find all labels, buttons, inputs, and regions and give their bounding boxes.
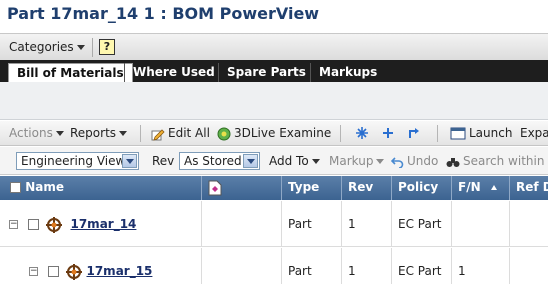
launch-label: Launch <box>469 126 513 140</box>
collapse-button[interactable] <box>407 126 421 143</box>
action-toolbar: Actions Reports Edit All 3DLive Examine <box>0 121 548 146</box>
tab-spare-parts[interactable]: Spare Parts <box>218 63 314 82</box>
column-name[interactable]: Name <box>0 176 202 200</box>
policy-cell: EC Part <box>392 201 452 247</box>
document-icon <box>208 180 222 195</box>
reports-menu[interactable]: Reports <box>70 126 128 140</box>
view-select[interactable]: Engineering View <box>16 152 139 170</box>
dropdown-arrow-icon <box>243 154 258 168</box>
column-fn-label: F/N <box>458 180 481 194</box>
chevron-down-icon <box>311 159 320 164</box>
table-row: − 17mar_15 Part 1 EC Part 1 <box>0 248 548 284</box>
part-icon <box>45 216 62 233</box>
categories-label: Categories <box>9 40 74 54</box>
dropdown-arrow-icon <box>122 154 137 168</box>
chevron-down-icon <box>376 159 385 164</box>
rev-select-value: As Stored <box>184 154 242 168</box>
tab-where-used[interactable]: Where Used <box>124 63 223 82</box>
binoculars-icon <box>446 157 460 167</box>
expand-one-level-button[interactable] <box>381 126 395 143</box>
categories-toolbar: Categories ? <box>0 33 548 60</box>
tab-bill-of-materials[interactable]: Bill of Materials <box>8 63 133 82</box>
edit-all-button[interactable]: Edit All <box>151 126 210 141</box>
arrow-up-right-icon <box>409 128 419 138</box>
markup-menu[interactable]: Markup <box>329 154 385 168</box>
window-icon <box>450 127 466 140</box>
page-title: Part 17mar_14 1 : BOM PowerView <box>7 4 320 23</box>
type-cell: Part <box>282 248 342 284</box>
chevron-down-icon <box>76 45 85 50</box>
chevron-down-icon <box>55 131 64 136</box>
expand-all-button[interactable] <box>355 126 369 143</box>
name-cell: − 17mar_14 <box>0 201 202 247</box>
column-type[interactable]: Type <box>282 176 342 200</box>
column-rev[interactable]: Rev <box>342 176 392 200</box>
add-to-menu[interactable]: Add To <box>269 154 320 168</box>
edit-all-label: Edit All <box>168 126 210 140</box>
part-name-link[interactable]: 17mar_14 <box>70 217 136 231</box>
3dlive-examine-button[interactable]: 3DLive Examine <box>217 126 331 141</box>
content-spacer <box>0 82 548 120</box>
column-policy[interactable]: Policy <box>392 176 452 200</box>
collapse-toggle[interactable]: − <box>9 220 18 229</box>
rev-select[interactable]: As Stored <box>179 152 260 170</box>
filter-toolbar: Engineering View Rev As Stored Add To Ma… <box>0 147 548 175</box>
reports-label: Reports <box>70 126 117 140</box>
pencil-icon <box>151 128 165 141</box>
column-ref-d[interactable]: Ref D <box>510 176 548 200</box>
part-icon <box>65 263 82 280</box>
row-checkbox[interactable] <box>27 219 39 230</box>
rev-label: Rev <box>152 154 175 168</box>
column-icon <box>202 176 282 200</box>
fn-cell: 1 <box>452 248 510 284</box>
chevron-down-icon <box>119 131 128 136</box>
grid-header: Name Type Rev Policy F/N Ref D <box>0 176 548 200</box>
add-to-label: Add To <box>269 154 309 168</box>
cross-arrows-icon <box>383 128 393 138</box>
actions-menu[interactable]: Actions <box>9 126 64 140</box>
search-within-button[interactable]: Search within <box>446 154 544 168</box>
rev-cell: 1 <box>342 201 392 247</box>
divider <box>92 38 93 57</box>
undo-button[interactable]: Undo <box>391 154 438 168</box>
launch-button[interactable]: Launch <box>450 126 512 140</box>
ref-d-cell <box>510 201 548 247</box>
column-fn[interactable]: F/N <box>452 176 510 200</box>
ref-d-cell <box>510 248 548 284</box>
divider <box>437 125 438 142</box>
collapse-toggle[interactable]: − <box>29 267 38 276</box>
table-row: − 17mar_14 Part 1 EC Part <box>0 201 548 247</box>
tab-markups[interactable]: Markups <box>310 63 385 82</box>
name-cell: − 17mar_15 <box>0 248 202 284</box>
examine-label: 3DLive Examine <box>234 126 332 140</box>
snowflake-icon <box>356 127 368 139</box>
divider <box>340 125 341 142</box>
search-label: Search within <box>463 154 545 168</box>
select-all-checkbox[interactable] <box>10 182 21 193</box>
icon-cell <box>202 201 282 247</box>
type-cell: Part <box>282 201 342 247</box>
part-name-link[interactable]: 17mar_15 <box>86 264 152 278</box>
expand-label: Expa <box>520 126 548 140</box>
sort-ascending-icon <box>490 185 497 190</box>
3dlive-icon <box>217 127 231 140</box>
expand-menu[interactable]: Expa <box>520 126 548 140</box>
categories-menu[interactable]: Categories <box>9 40 85 54</box>
fn-cell <box>452 201 510 247</box>
actions-label: Actions <box>9 126 53 140</box>
divider <box>140 125 141 142</box>
policy-cell: EC Part <box>392 248 452 284</box>
markup-label: Markup <box>329 154 374 168</box>
view-select-value: Engineering View <box>21 154 126 168</box>
help-icon[interactable]: ? <box>99 39 115 55</box>
rev-cell: 1 <box>342 248 392 284</box>
column-name-label: Name <box>25 180 64 194</box>
row-checkbox[interactable] <box>47 266 59 277</box>
undo-icon <box>391 156 404 168</box>
icon-cell <box>202 248 282 284</box>
undo-label: Undo <box>407 154 439 168</box>
title-bar: Part 17mar_14 1 : BOM PowerView <box>0 0 548 31</box>
tab-bar: Bill of Materials Where Used Spare Parts… <box>0 60 548 82</box>
